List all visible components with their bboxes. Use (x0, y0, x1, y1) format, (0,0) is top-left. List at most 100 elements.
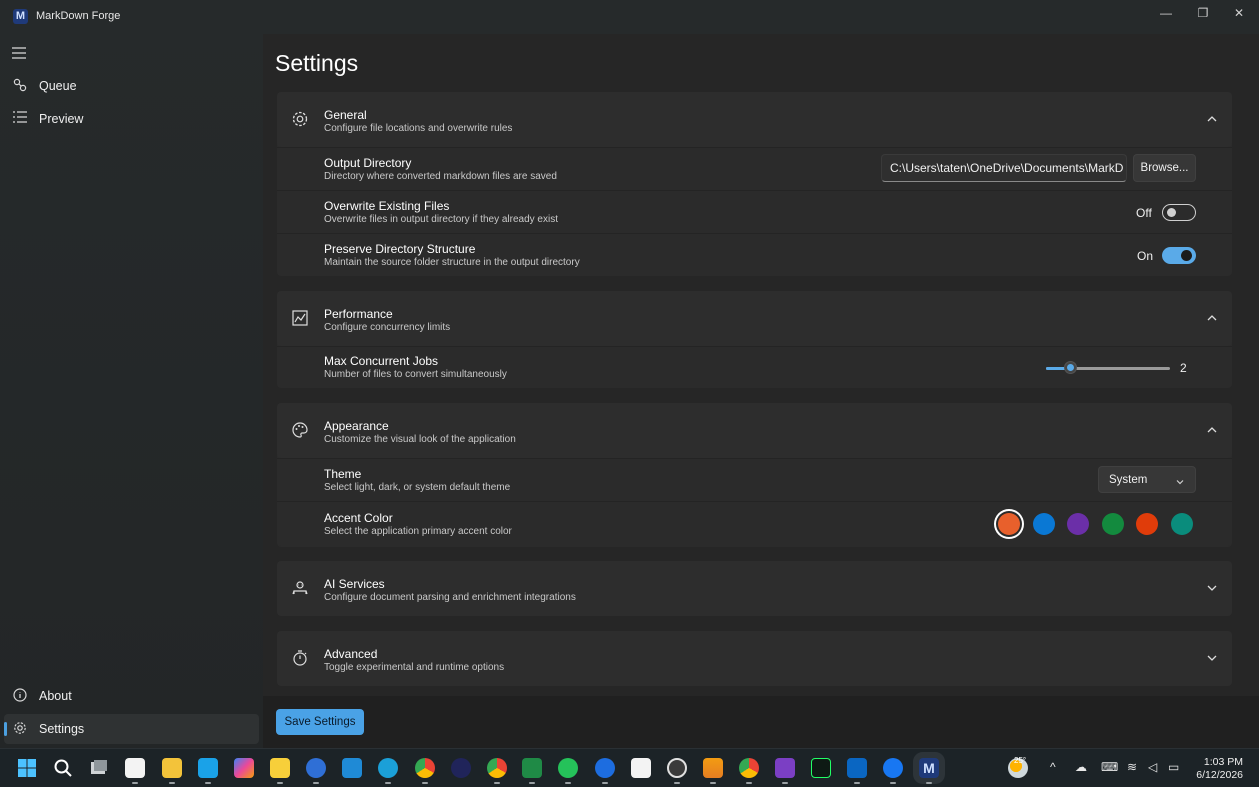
chevron-down-icon[interactable] (1204, 650, 1220, 666)
sidebar-item-settings[interactable]: Settings (4, 714, 259, 744)
copilot-icon[interactable] (234, 758, 254, 778)
app-window: M MarkDown Forge — ❐ ✕ Queue Preview Abo… (0, 0, 1259, 748)
minimize-button[interactable]: — (1148, 0, 1184, 26)
store-app-icon[interactable] (125, 758, 145, 778)
markdown-forge-taskbar-icon[interactable]: M (919, 758, 939, 778)
app-title: MarkDown Forge (36, 10, 121, 22)
sticky-notes-icon[interactable] (270, 758, 290, 778)
overwrite-toggle[interactable] (1162, 204, 1196, 221)
running-indicator (494, 782, 500, 784)
card-title: Performance (324, 307, 393, 321)
weather-temp: 25° (1014, 756, 1027, 765)
sidebar-item-preview[interactable]: Preview (4, 104, 259, 134)
edge-icon[interactable] (378, 758, 398, 778)
theme-dropdown[interactable]: System (1098, 466, 1196, 493)
output-directory-input[interactable]: C:\Users\taten\OneDrive\Documents\MarkD (881, 154, 1127, 182)
running-indicator (277, 782, 283, 784)
battery-icon[interactable]: ▭ (1168, 760, 1179, 774)
chevron-up-icon[interactable]: ^ (1050, 760, 1056, 774)
visual-studio-icon[interactable] (775, 758, 795, 778)
clock-date: 6/12/2026 (1196, 769, 1243, 781)
task-view-icon[interactable] (89, 758, 109, 778)
running-indicator (674, 782, 680, 784)
accent-swatch[interactable] (1170, 513, 1193, 535)
appearance-card: Appearance Customize the visual look of … (277, 403, 1232, 547)
queue-icon (12, 78, 28, 95)
search-icon[interactable] (53, 758, 73, 778)
vlc-icon[interactable] (703, 758, 723, 778)
chevron-up-icon[interactable] (1204, 422, 1220, 438)
sidebar-item-about[interactable]: About (4, 681, 259, 711)
preserve-structure-toggle[interactable] (1162, 247, 1196, 264)
terminal-icon[interactable] (811, 758, 831, 778)
row-title: Max Concurrent Jobs (324, 354, 439, 368)
general-card: General Configure file locations and ove… (277, 92, 1232, 276)
sidebar: Queue Preview About Settings (0, 34, 263, 748)
browse-button[interactable]: Browse... (1133, 154, 1196, 182)
chevron-down-icon[interactable] (1204, 580, 1220, 596)
accent-color-row: Accent Color Select the application prim… (277, 501, 1232, 546)
running-indicator (169, 782, 175, 784)
media-player-icon[interactable] (667, 758, 687, 778)
slider-value: 2 (1180, 361, 1187, 375)
save-settings-button[interactable]: Save Settings (276, 709, 364, 735)
row-title: Output Directory (324, 156, 412, 170)
sidebar-item-queue[interactable]: Queue (4, 71, 259, 101)
cloud-icon[interactable]: ☁ (1075, 760, 1087, 774)
app-icon-a[interactable] (631, 758, 651, 778)
advanced-header[interactable]: Advanced Toggle experimental and runtime… (277, 631, 1232, 686)
ai-services-header[interactable]: AI Services Configure document parsing a… (277, 561, 1232, 616)
timer-icon (291, 649, 309, 667)
app-icon-globe[interactable] (306, 758, 326, 778)
app-icon-dark[interactable] (451, 758, 471, 778)
card-title: AI Services (324, 577, 385, 591)
facebook-icon[interactable] (883, 758, 903, 778)
row-subtitle: Select the application primary accent co… (324, 526, 512, 537)
running-indicator (746, 782, 752, 784)
chrome-icon[interactable] (415, 758, 435, 778)
accent-swatch[interactable] (1136, 513, 1158, 535)
running-indicator (890, 782, 896, 784)
list-icon (12, 111, 28, 126)
row-subtitle: Select light, dark, or system default th… (324, 482, 511, 493)
title-bar: M MarkDown Forge — ❐ ✕ (0, 0, 1259, 34)
taskbar: M 25° ^ ☁ ⌨ ≋ ◁ ▭ 1:03 PM 6/12/2026 (0, 748, 1259, 787)
theme-row: Theme Select light, dark, or system defa… (277, 458, 1232, 501)
performance-header[interactable]: Performance Configure concurrency limits (277, 291, 1232, 346)
accent-swatch[interactable] (998, 513, 1020, 535)
general-header[interactable]: General Configure file locations and ove… (277, 92, 1232, 147)
app-icon-blue[interactable] (198, 758, 218, 778)
volume-icon[interactable]: ◁ (1148, 760, 1157, 774)
hamburger-icon[interactable] (12, 46, 26, 63)
chevron-up-icon[interactable] (1204, 111, 1220, 127)
running-indicator (422, 782, 428, 784)
close-button[interactable]: ✕ (1221, 0, 1257, 26)
vscode-icon[interactable] (342, 758, 362, 778)
linkedin-icon[interactable] (847, 758, 867, 778)
excel-icon[interactable] (522, 758, 542, 778)
page-title: Settings (275, 50, 359, 76)
performance-chart-icon (291, 309, 309, 327)
accent-swatch[interactable] (1101, 513, 1124, 535)
keyboard-icon[interactable]: ⌨ (1101, 760, 1118, 774)
wifi-icon[interactable]: ≋ (1127, 760, 1137, 774)
appearance-header[interactable]: Appearance Customize the visual look of … (277, 403, 1232, 458)
file-explorer-icon[interactable] (162, 758, 182, 778)
slider-thumb[interactable] (1063, 361, 1077, 374)
system-clock[interactable]: 1:03 PM 6/12/2026 (1196, 756, 1243, 782)
running-indicator (710, 782, 716, 784)
app-store-icon[interactable] (595, 758, 615, 778)
running-indicator (565, 782, 571, 784)
chevron-up-icon[interactable] (1204, 310, 1220, 326)
toggle-state-label: Off (1136, 206, 1152, 220)
card-subtitle: Toggle experimental and runtime options (324, 662, 505, 673)
accent-swatch[interactable] (1032, 513, 1055, 535)
card-title: Appearance (324, 419, 389, 433)
chrome-alt-icon[interactable] (739, 758, 759, 778)
running-indicator (385, 782, 391, 784)
start-icon[interactable] (17, 758, 37, 778)
whatsapp-icon[interactable] (558, 758, 578, 778)
accent-swatch[interactable] (1067, 513, 1089, 535)
chrome-profile-icon[interactable] (487, 758, 507, 778)
maximize-button[interactable]: ❐ (1185, 0, 1221, 26)
